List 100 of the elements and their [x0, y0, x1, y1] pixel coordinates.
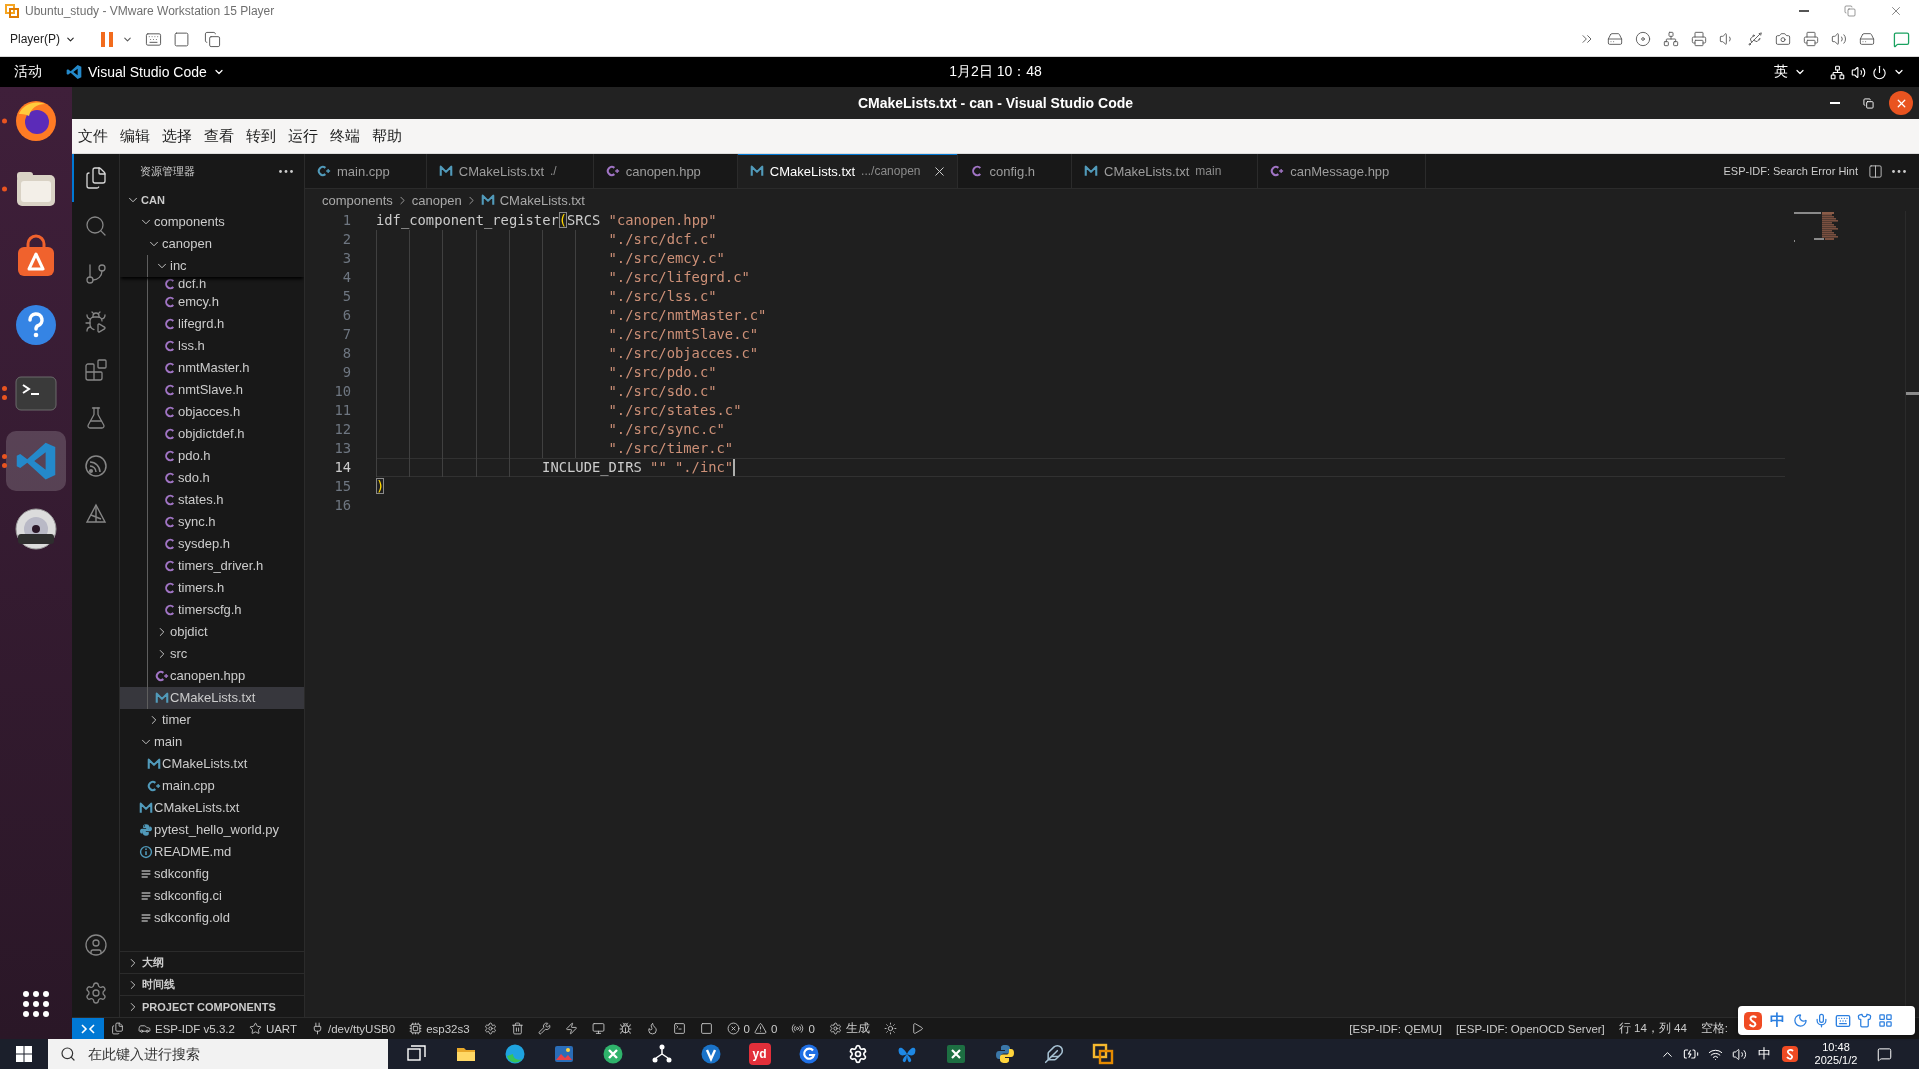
wifi-icon [1707, 1046, 1723, 1062]
status-item[interactable]: 生成 [821, 1018, 877, 1039]
code-line: "./src/emcy.c" [608, 250, 725, 267]
remote-icon [81, 1023, 95, 1034]
code-line: "./src/sdo.c" [608, 383, 717, 400]
status-item[interactable]: 空格: [1693, 1018, 1735, 1039]
taskbar-button[interactable]: yd [735, 1039, 784, 1069]
more-icon [1892, 169, 1906, 173]
c-file-icon [163, 427, 177, 441]
disc-icon [13, 506, 59, 552]
search-error-hint-link[interactable]: ESP-IDF: Search Error Hint [1718, 160, 1863, 182]
line-number: 4 [342, 269, 351, 286]
c-file-icon [163, 339, 177, 353]
bug-icon [618, 1022, 632, 1035]
ime-mode-button[interactable]: 中 [1768, 1009, 1787, 1032]
plug-icon [311, 1022, 324, 1035]
network-icon [1830, 64, 1845, 80]
lines-file-icon [139, 889, 153, 903]
network-nodes-icon [650, 1043, 673, 1065]
editor-tab[interactable]: CMakeLists.txt .../canopen [737, 154, 958, 188]
c-file-icon [163, 493, 177, 507]
status-item[interactable]: ESP-IDF v5.3.2 [131, 1018, 242, 1039]
status-item[interactable]: [ESP-IDF: OpenOCD Server] [1448, 1018, 1612, 1039]
cpp-file-icon [1270, 164, 1285, 178]
code-line: "./src/lifegrd.c" [608, 269, 750, 286]
breadcrumb-item[interactable]: CMakeLists.txt [480, 192, 585, 208]
menu-item[interactable]: 编辑 [114, 123, 156, 149]
monitor-icon [591, 1022, 605, 1035]
hard-drive-icon [1859, 31, 1875, 47]
c-file-icon [163, 515, 177, 529]
player-menu[interactable]: Player(P) [4, 26, 82, 52]
input-method-button[interactable]: 中 [1751, 1039, 1777, 1069]
status-item[interactable]: UART [241, 1018, 304, 1039]
status-item[interactable]: [ESP-IDF: QEMU] [1342, 1018, 1449, 1039]
code-line: INCLUDE_DIRS "" "./inc" [542, 459, 734, 476]
globe-icon [13, 98, 59, 144]
search-icon [60, 1046, 76, 1062]
menu-item[interactable]: 文件 [72, 123, 114, 149]
code-line: idf_component_register(SRCS "canopen.hpp" [376, 212, 717, 229]
ribbon-logo-icon [66, 64, 82, 80]
problems-button[interactable]: 0 0 [719, 1018, 785, 1039]
breadcrumb-item[interactable]: components [322, 192, 393, 208]
line-number: 16 [334, 497, 351, 514]
sun-icon [883, 1022, 897, 1035]
grid-icon [1878, 1013, 1893, 1028]
menu-item[interactable]: 帮助 [366, 123, 408, 149]
fullscreen-icon [172, 30, 190, 48]
code-line: ) [376, 478, 385, 495]
c-file-icon [163, 383, 177, 397]
clock-button[interactable]: 10:48 2025/1/2 [1803, 1039, 1869, 1069]
lines-file-icon [139, 867, 153, 881]
close-icon [1889, 4, 1903, 18]
menu-item[interactable]: 转到 [240, 123, 282, 149]
status-item[interactable]: 行 14，列 44 [1611, 1018, 1694, 1039]
volume-icon [1851, 64, 1866, 80]
line-number: 6 [342, 307, 351, 324]
star-icon [248, 1022, 262, 1035]
app-menu-button[interactable]: Visual Studio Code [58, 60, 233, 84]
c-file-icon [163, 559, 177, 573]
input-method-button[interactable]: 英 [1766, 60, 1814, 84]
search-field[interactable]: 在此键入进行搜索 [48, 1039, 388, 1069]
tree-item[interactable]: CMakeLists.txt [120, 687, 304, 709]
menu-item[interactable]: 运行 [282, 123, 324, 149]
tree-item[interactable]: inc [120, 255, 304, 277]
activities-button[interactable]: 活动 [6, 60, 50, 84]
workspace-header[interactable]: CAN [120, 189, 304, 211]
settings-icon [847, 1044, 868, 1064]
section-header[interactable]: 大纲 [120, 951, 304, 973]
m-file-icon [749, 164, 764, 178]
window-title: CMakeLists.txt - can - Visual Studio Code [857, 95, 1134, 111]
c-file-icon [163, 361, 177, 375]
hard-drive-icon [1607, 31, 1623, 47]
section-header[interactable]: 时间线 [120, 973, 304, 995]
code-line: "./src/nmtMaster.c" [608, 307, 767, 324]
trash-icon [510, 1022, 524, 1035]
help-icon [13, 302, 59, 348]
battery-icon [1683, 1046, 1699, 1062]
remote-button[interactable] [72, 1018, 104, 1039]
restore-icon [1844, 5, 1856, 17]
close-button[interactable] [1889, 91, 1913, 115]
square-icon [699, 1022, 713, 1035]
python-icon [993, 1043, 1016, 1065]
line-number: 2 [342, 231, 351, 248]
wrench-icon [537, 1022, 551, 1035]
more-icon [279, 170, 293, 173]
flame-icon [645, 1022, 659, 1035]
terminal-icon [672, 1022, 686, 1035]
windows-icon [203, 30, 221, 48]
clock-button[interactable]: 1月2日 10：48 [941, 60, 1050, 84]
status-item[interactable]: 0 [784, 1018, 822, 1039]
play-icon [910, 1022, 924, 1035]
breadcrumb-item[interactable]: canopen [411, 192, 462, 208]
menu-item[interactable]: 查看 [198, 123, 240, 149]
menu-item[interactable]: 选择 [156, 123, 198, 149]
line-number: 10 [334, 383, 351, 400]
status-item[interactable]: esp32s3 [402, 1018, 477, 1039]
m-file-icon [438, 164, 453, 178]
line-number: 13 [334, 440, 351, 457]
menu-item[interactable]: 终端 [324, 123, 366, 149]
status-item[interactable]: /dev/ttyUSB0 [304, 1018, 403, 1039]
